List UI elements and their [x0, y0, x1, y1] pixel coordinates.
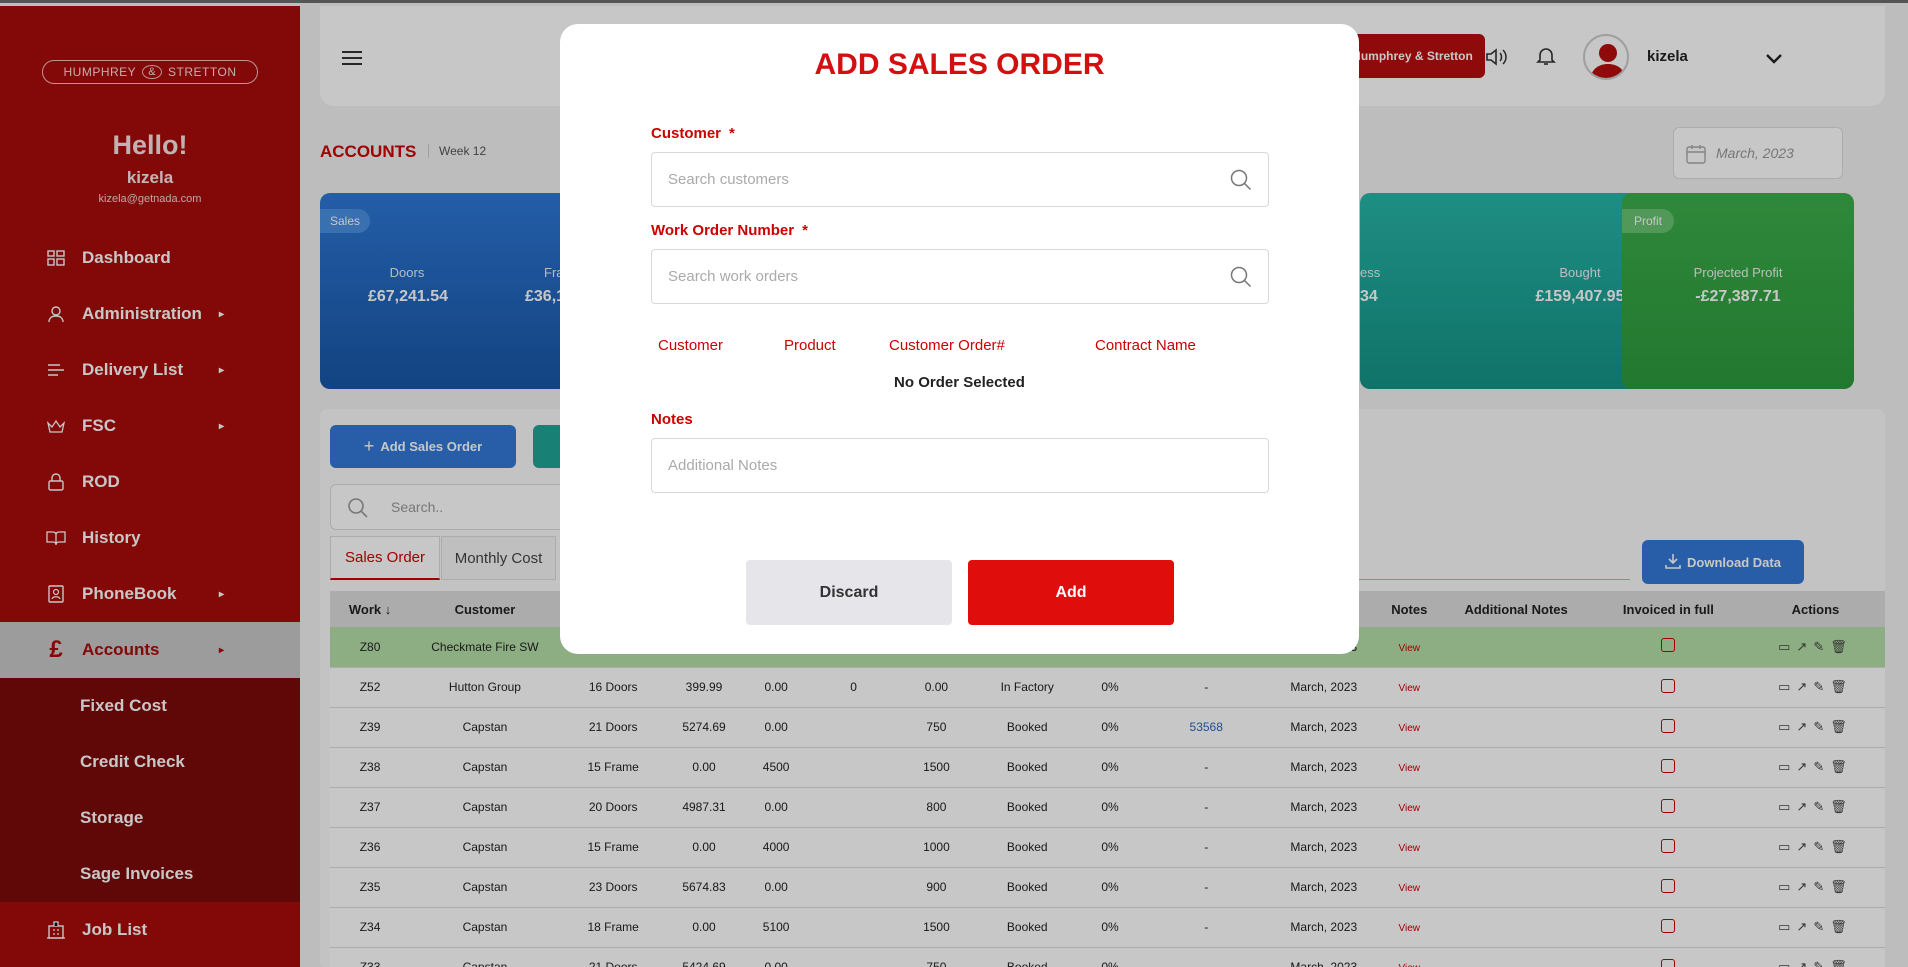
customer-search-placeholder: Search customers	[668, 171, 789, 188]
order-col-contract-name: Contract Name	[1095, 337, 1196, 354]
no-order-selected: No Order Selected	[894, 374, 1025, 391]
order-col-customer-order: Customer Order#	[889, 337, 1005, 354]
notes-placeholder: Additional Notes	[668, 457, 778, 474]
search-icon	[1230, 169, 1252, 195]
customer-search-input[interactable]: Search customers	[651, 152, 1269, 207]
notes-input[interactable]: Additional Notes	[651, 438, 1269, 493]
discard-button[interactable]: Discard	[746, 560, 952, 625]
notes-label: Notes	[651, 411, 693, 428]
work-order-label-text: Work Order Number	[651, 222, 795, 239]
order-col-product: Product	[784, 337, 836, 354]
order-col-customer: Customer	[658, 337, 724, 354]
add-sales-order-modal: ADD SALES ORDER Customer * Search custome…	[560, 24, 1359, 654]
customer-label-text: Customer	[651, 125, 722, 142]
customer-label: Customer *	[651, 125, 735, 142]
work-order-label: Work Order Number *	[651, 222, 808, 239]
work-order-search-placeholder: Search work orders	[668, 268, 799, 285]
required-mark: *	[802, 222, 808, 239]
search-icon	[1230, 266, 1252, 292]
required-mark: *	[729, 125, 735, 142]
modal-title: ADD SALES ORDER	[814, 48, 1105, 81]
add-button[interactable]: Add	[968, 560, 1174, 625]
work-order-search-input[interactable]: Search work orders	[651, 249, 1269, 304]
